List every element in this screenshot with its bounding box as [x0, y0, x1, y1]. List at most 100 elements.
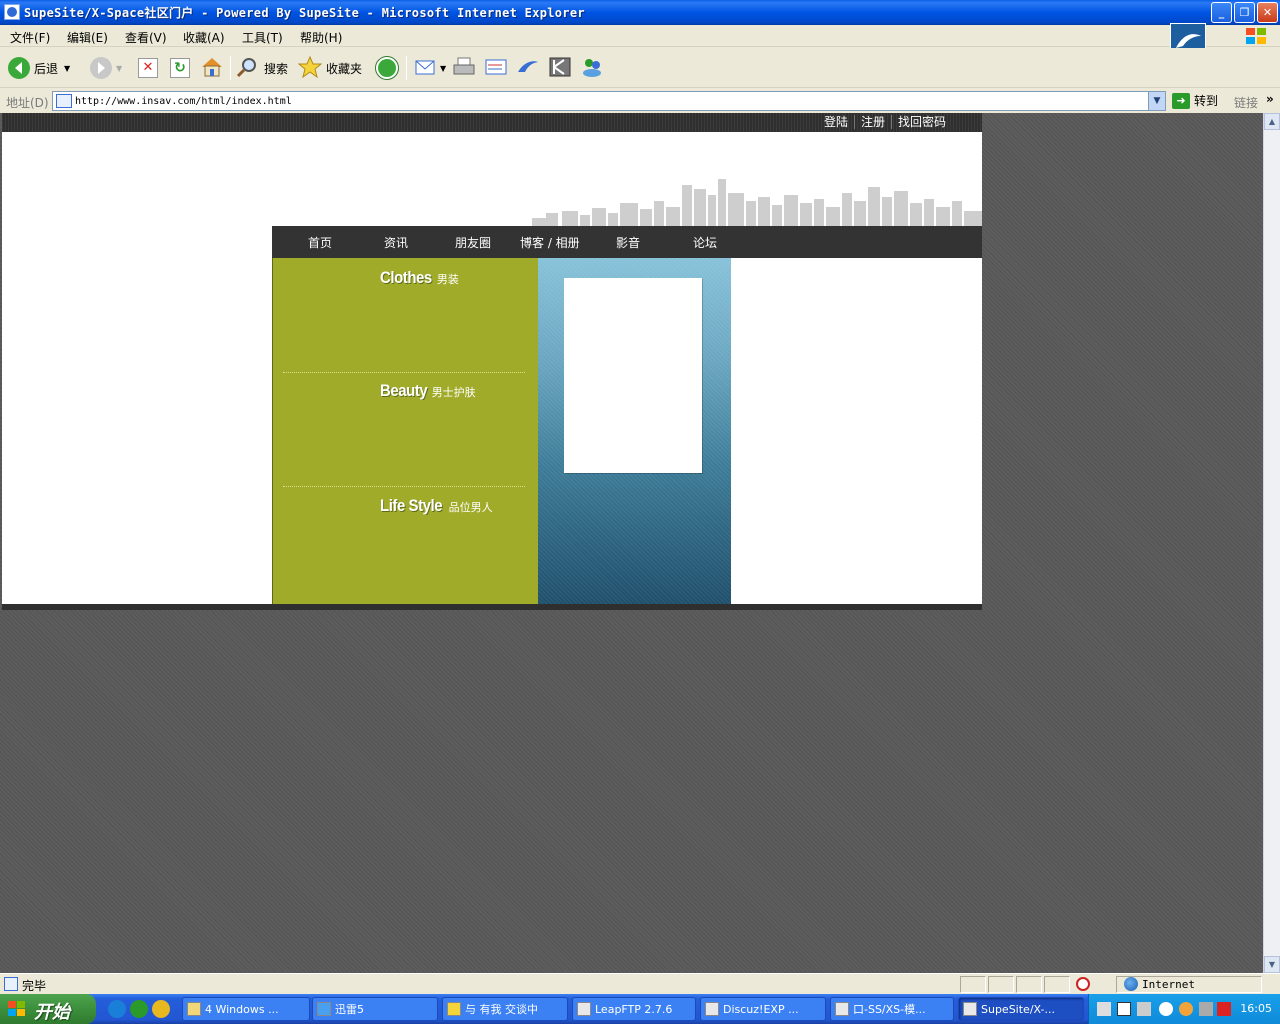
recover-password-link[interactable]: 找回密码 — [890, 115, 952, 129]
antivirus-icon[interactable] — [1217, 1002, 1231, 1016]
mail-button[interactable]: ▼ — [414, 56, 446, 80]
refresh-icon: ↻ — [170, 58, 190, 78]
task-label: LeapFTP 2.7.6 — [595, 1002, 673, 1016]
site-bottom-strip — [2, 604, 982, 610]
windows-flag-icon — [8, 1001, 26, 1017]
quicklaunch-desktop-icon[interactable] — [130, 1000, 148, 1018]
search-button[interactable]: 搜索 — [236, 56, 288, 80]
category-lifestyle[interactable]: Life Style 品位男人 — [380, 496, 493, 516]
links-chevron-icon[interactable]: » — [1266, 92, 1274, 106]
taskbar-item-leapftp[interactable]: LeapFTP 2.7.6 — [572, 997, 696, 1021]
vertical-scrollbar[interactable]: ▲ ▼ — [1263, 113, 1280, 973]
keyboard-icon[interactable] — [1097, 1002, 1111, 1016]
qq-icon[interactable] — [1179, 1002, 1193, 1016]
category-subtitle: 男装 — [436, 273, 459, 286]
messenger-button[interactable] — [580, 56, 604, 80]
nav-forum[interactable]: 论坛 — [693, 234, 717, 251]
address-label: 地址(D) — [6, 96, 49, 110]
taskbar-item-thunder[interactable]: 迅雷5 — [312, 997, 438, 1021]
taskbar-item-windows-group[interactable]: 4 Windows ... — [182, 997, 310, 1021]
scroll-down-arrow-icon[interactable]: ▼ — [1264, 956, 1280, 973]
address-input[interactable] — [75, 93, 1145, 109]
menu-help[interactable]: 帮助(H) — [300, 29, 342, 46]
discuss-button[interactable] — [516, 56, 540, 80]
refresh-button[interactable]: ↻ — [170, 56, 190, 80]
feature-photo-placeholder[interactable] — [564, 278, 702, 473]
register-link[interactable]: 注册 — [853, 115, 891, 129]
ie-icon — [705, 1002, 719, 1016]
address-field-container: ▼ — [52, 91, 1166, 111]
title-bar: SupeSite/X-Space社区门户 - Powered By SupeSi… — [0, 0, 1280, 25]
print-button[interactable] — [452, 56, 476, 80]
scroll-up-arrow-icon[interactable]: ▲ — [1264, 113, 1280, 130]
back-label: 后退 — [34, 61, 59, 76]
status-panel — [988, 976, 1014, 993]
menu-tools[interactable]: 工具(T) — [242, 29, 283, 46]
login-link[interactable]: 登陆 — [818, 115, 854, 129]
category-clothes[interactable]: Clothes 男装 — [380, 268, 459, 288]
category-divider — [283, 372, 525, 373]
history-icon — [376, 57, 398, 79]
research-button[interactable] — [548, 56, 572, 80]
forward-arrow-icon — [90, 57, 112, 79]
home-button[interactable] — [200, 56, 224, 80]
address-bar: 地址(D) ▼ ➜ 转到 链接 » — [0, 89, 1280, 113]
task-label: 4 Windows ... — [205, 1002, 279, 1016]
address-dropdown-icon[interactable]: ▼ — [1148, 92, 1165, 110]
network-icon[interactable] — [1137, 1002, 1151, 1016]
back-dropdown-icon[interactable]: ▼ — [64, 64, 70, 73]
zone-label: Internet — [1142, 978, 1195, 991]
nav-media[interactable]: 影音 — [616, 234, 640, 251]
tray-collapse-icon[interactable] — [1159, 1002, 1173, 1016]
windows-logo-icon — [1244, 27, 1270, 45]
quicklaunch-media-icon[interactable] — [152, 1000, 170, 1018]
favorites-button[interactable]: 收藏夹 — [297, 55, 362, 80]
volume-icon[interactable] — [1199, 1002, 1213, 1016]
nav-friends[interactable]: 朋友圈 — [455, 234, 491, 251]
taskbar-item-supesite[interactable]: SupeSite/X-... — [958, 997, 1084, 1021]
stop-button[interactable]: ✕ — [138, 56, 158, 80]
standard-toolbar: 后退 ▼ ▼ ✕ ↻ 搜索 收藏夹 ▼ — [0, 48, 1280, 88]
nav-news[interactable]: 资讯 — [384, 234, 408, 251]
toolbar-separator — [406, 56, 407, 80]
popup-blocked-icon[interactable] — [1076, 977, 1090, 991]
history-button[interactable] — [376, 56, 398, 80]
edit-button[interactable] — [484, 56, 508, 80]
mail-dropdown-icon[interactable]: ▼ — [440, 64, 446, 73]
menu-view[interactable]: 查看(V) — [125, 29, 167, 46]
category-beauty[interactable]: Beauty 男士护肤 — [380, 381, 476, 401]
menu-file[interactable]: 文件(F) — [10, 29, 50, 46]
back-button[interactable]: 后退 ▼ — [8, 56, 70, 80]
close-button[interactable]: ✕ — [1257, 2, 1278, 23]
thunder-icon — [317, 1002, 331, 1016]
start-button[interactable]: 开始 — [0, 994, 96, 1024]
restore-button[interactable]: ❐ — [1234, 2, 1255, 23]
forward-button[interactable]: ▼ — [90, 56, 122, 80]
start-label: 开始 — [34, 1002, 70, 1023]
go-button[interactable]: ➜ 转到 — [1172, 92, 1218, 109]
nav-home[interactable]: 首页 — [308, 234, 332, 251]
nav-blog-album[interactable]: 博客 / 相册 — [520, 234, 580, 251]
status-bar: 完毕 Internet — [0, 973, 1280, 994]
links-label[interactable]: 链接 — [1234, 94, 1258, 111]
taskbar-item-discuz[interactable]: Discuz!EXP ... — [700, 997, 826, 1021]
go-label: 转到 — [1194, 94, 1219, 108]
task-label: SupeSite/X-... — [981, 1002, 1055, 1016]
ie-icon — [963, 1002, 977, 1016]
forward-dropdown-icon[interactable]: ▼ — [116, 64, 122, 73]
internet-globe-icon — [1124, 977, 1138, 991]
search-label: 搜索 — [264, 61, 289, 76]
help-icon[interactable] — [1117, 1002, 1131, 1016]
main-nav: 首页 资讯 朋友圈 博客 / 相册 影音 论坛 — [272, 226, 982, 258]
ie-page-icon — [4, 4, 20, 20]
status-panel — [1016, 976, 1042, 993]
taskbar-item-ss-template[interactable]: 口-SS/XS-模... — [830, 997, 954, 1021]
clock: 16:05 — [1240, 1002, 1272, 1015]
category-subtitle: 男士护肤 — [431, 386, 476, 399]
menu-favorites[interactable]: 收藏(A) — [183, 29, 225, 46]
quicklaunch-ie-icon[interactable] — [108, 1000, 126, 1018]
minimize-button[interactable]: _ — [1211, 2, 1232, 23]
bird-icon — [516, 56, 540, 81]
taskbar-item-chat[interactable]: 与 有我 交谈中 — [442, 997, 568, 1021]
menu-edit[interactable]: 编辑(E) — [67, 29, 108, 46]
